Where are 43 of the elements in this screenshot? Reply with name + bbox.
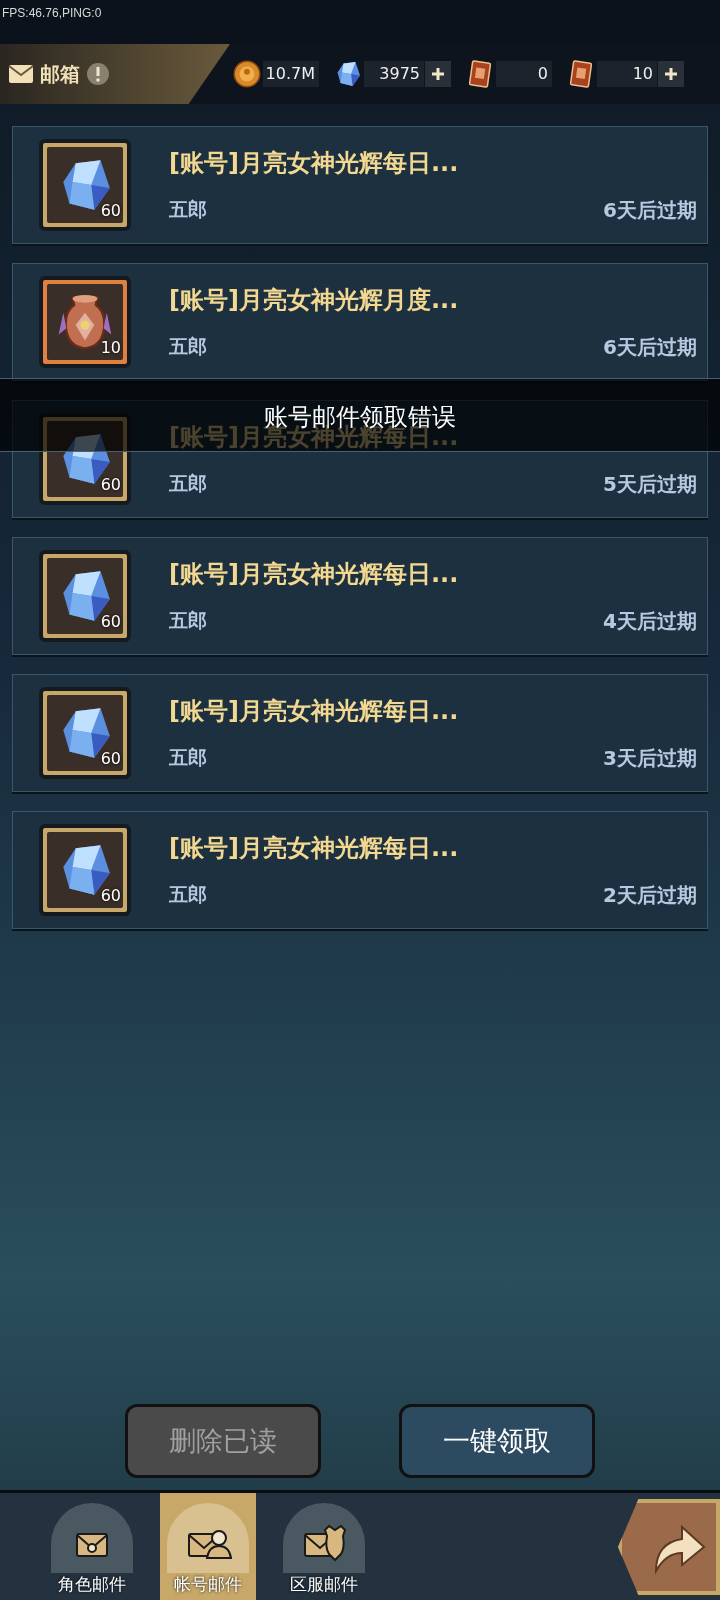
mail-sender: 五郎 xyxy=(169,608,207,633)
mail-row[interactable]: 10 [账号]月亮女神光辉月度... 五郎 6天后过期 xyxy=(12,263,708,381)
mail-expiry: 5天后过期 xyxy=(603,471,697,498)
mail-expiry: 3天后过期 xyxy=(603,745,697,772)
plus-button[interactable] xyxy=(658,61,684,87)
mail-expiry: 2天后过期 xyxy=(603,882,697,909)
mail-sender: 五郎 xyxy=(169,471,207,496)
mail-title: [账号]月亮女神光辉每日... xyxy=(169,833,460,864)
debug-overlay-text: FPS:46.76,PING:0 xyxy=(2,6,102,20)
return-button[interactable] xyxy=(618,1499,720,1595)
item-count: 60 xyxy=(100,611,121,633)
mail-sender: 五郎 xyxy=(169,197,207,222)
mail-title: [账号]月亮女神光辉每日... xyxy=(169,559,460,590)
mail-icon xyxy=(8,64,34,84)
header-title: 邮箱 xyxy=(40,61,80,88)
mail-row[interactable]: 60 [账号]月亮女神光辉每日... 五郎 3天后过期 xyxy=(12,674,708,792)
mail-row[interactable]: 60 [账号]月亮女神光辉每日... 五郎 6天后过期 xyxy=(12,126,708,244)
item-count: 60 xyxy=(100,885,121,907)
plus-button[interactable] xyxy=(425,61,451,87)
mail-sender: 五郎 xyxy=(169,334,207,359)
mail-row[interactable]: 60 [账号]月亮女神光辉每日... 五郎 4天后过期 xyxy=(12,537,708,655)
item-count: 10 xyxy=(100,337,121,359)
resource-amount: 0 xyxy=(496,61,552,87)
item-count: 60 xyxy=(100,474,121,496)
mail-title: [账号]月亮女神光辉每日... xyxy=(169,148,460,179)
exclamation-icon[interactable] xyxy=(86,62,110,86)
mail-title: [账号]月亮女神光辉月度... xyxy=(169,285,460,316)
resource-amount: 10.7M xyxy=(263,61,319,87)
coin-icon xyxy=(232,59,262,89)
mail-sender: 五郎 xyxy=(169,882,207,907)
item-count: 60 xyxy=(100,200,121,222)
action-button[interactable]: 一键领取 xyxy=(399,1404,595,1478)
mail-expiry: 6天后过期 xyxy=(603,334,697,361)
plus-icon xyxy=(663,66,679,82)
mail-row[interactable]: 60 [账号]月亮女神光辉每日... 五郎 2天后过期 xyxy=(12,811,708,929)
resource-amount: 3975 xyxy=(364,61,424,87)
mail-title: [账号]月亮女神光辉每日... xyxy=(169,696,460,727)
resource-amount: 10 xyxy=(597,61,657,87)
plus-icon xyxy=(430,66,446,82)
mail-expiry: 4天后过期 xyxy=(603,608,697,635)
mail-sender: 五郎 xyxy=(169,745,207,770)
mail-expiry: 6天后过期 xyxy=(603,197,697,224)
item-count: 60 xyxy=(100,748,121,770)
